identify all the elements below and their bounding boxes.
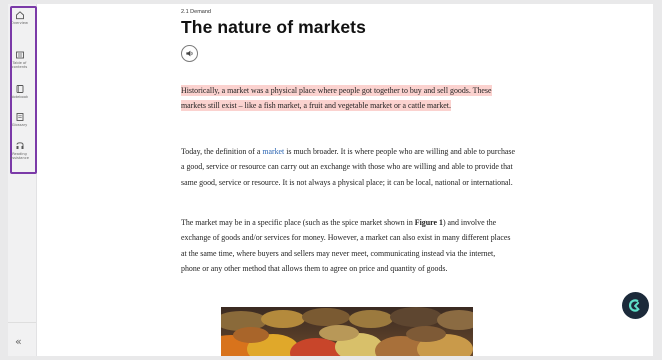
sidebar-item-label: Overview [11, 21, 28, 25]
sidebar-item-overview[interactable]: Overview [8, 10, 31, 25]
sidebar: Overview Table of contents Notebook Glos… [8, 4, 37, 356]
page-title: The nature of markets [181, 17, 366, 37]
glossary-link-market[interactable]: market [262, 147, 284, 156]
sidebar-item-table-of-contents[interactable]: Table of contents [8, 50, 31, 69]
sidebar-item-label: Glossary [11, 123, 28, 127]
sidebar-item-label: Table of contents [11, 61, 28, 69]
home-icon [15, 11, 24, 20]
highlighted-text[interactable]: Historically, a market was a physical pl… [181, 85, 492, 112]
sidebar-item-reading-assistance[interactable]: Reading assistance [8, 141, 31, 160]
assistant-logo-icon [629, 299, 640, 312]
sidebar-item-label: Reading assistance [10, 152, 29, 160]
sidebar-divider [8, 322, 36, 323]
sidebar-item-label: Notebook [10, 95, 29, 99]
reading-assistance-icon [16, 142, 23, 149]
speaker-icon [186, 50, 193, 57]
notebook-icon [16, 85, 23, 93]
sidebar-item-glossary[interactable]: Glossary [8, 112, 31, 127]
figure-reference: Figure 1 [414, 218, 443, 227]
paragraph-text: The market may be in a specific place (s… [181, 218, 415, 227]
spice-market-image [221, 307, 473, 356]
app-frame: Overview Table of contents Notebook Glos… [8, 4, 653, 356]
paragraph-definition: Today, the definition of a market is muc… [181, 144, 516, 190]
paragraph-highlighted: Historically, a market was a physical pl… [181, 83, 516, 114]
sidebar-item-notebook[interactable]: Notebook [8, 84, 31, 99]
section-label: 2.1 Demand [181, 9, 211, 15]
glossary-icon [16, 113, 23, 121]
paragraph-market-places: The market may be in a specific place (s… [181, 215, 516, 276]
listen-button[interactable] [181, 45, 198, 62]
paragraph-text: Today, the definition of a [181, 147, 263, 156]
list-icon [15, 51, 24, 59]
collapse-sidebar-button[interactable]: « [15, 335, 22, 348]
assistant-button[interactable] [622, 292, 649, 319]
